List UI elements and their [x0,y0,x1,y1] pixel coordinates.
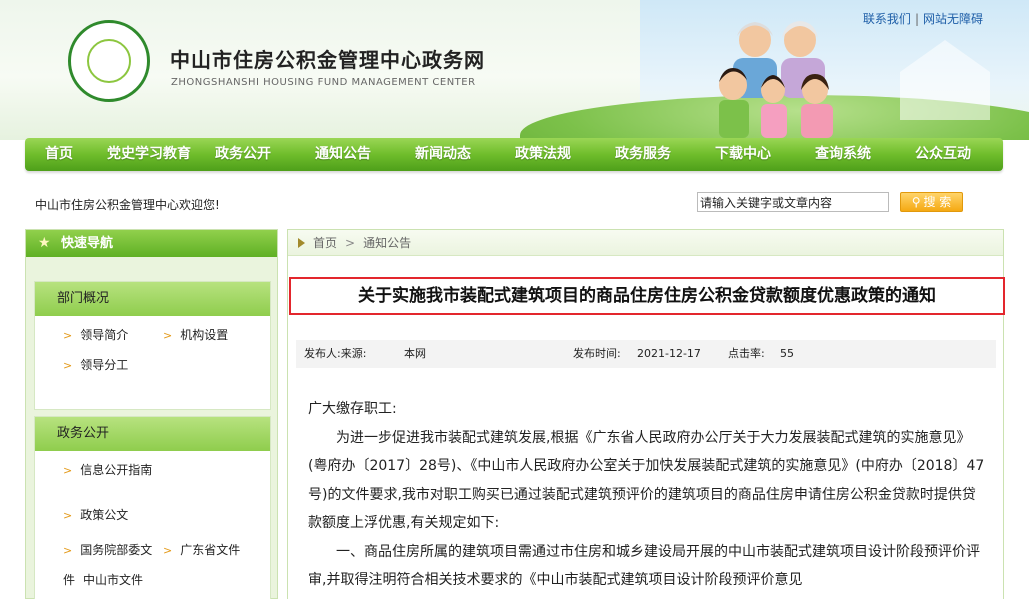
quick-nav-header: ★ 快速导航 [26,230,277,257]
article-paragraph: 一、商品住房所属的建筑项目需通过市住房和城乡建设局开展的中山市装配式建筑项目设计… [308,543,980,589]
chevron-right-icon: > [63,509,73,522]
dept-overview-title: 部门概况 [35,282,270,316]
breadcrumb-separator-icon: > [345,236,356,250]
search-button[interactable]: ⚲ 搜 索 [900,192,963,212]
chevron-right-icon: > [163,544,173,557]
chevron-right-icon: > [63,464,73,477]
sidebar-link-label: 信息公开指南 [80,463,153,477]
main-nav: 首页 党史学习教育 政务公开 通知公告 新闻动态 政策法规 政务服务 下载中心 … [25,138,1003,171]
breadcrumb-notices[interactable]: 通知公告 [363,236,411,250]
star-icon: ★ [38,235,51,251]
sidebar-link-state-council-docs[interactable]: > 国务院部委文 [63,541,152,558]
search-icon: ⚲ [911,195,921,209]
nav-item-public-interaction[interactable]: 公众互动 [905,138,981,171]
site-subtitle: ZHONGSHANSHI HOUSING FUND MANAGEMENT CEN… [171,77,476,88]
family-illustration [719,21,833,138]
welcome-text: 中山市住房公积金管理中心欢迎您! [35,198,220,212]
sidebar-link-label: 政策公文 [80,508,129,522]
contact-us-link[interactable]: 联系我们 [863,12,911,26]
sidebar: ★ 快速导航 部门概况 > 领导简介 > 机构设置 > 领导分工 政务公开 > 信息公开… [25,229,278,599]
sidebar-link-disclosure-guide[interactable]: > 信息公开指南 [63,461,152,478]
sidebar-link-label: 领导分工 [80,358,129,372]
search-button-label: 搜 索 [923,195,952,209]
meta-publisher-label: 发布人:来源: [304,347,367,360]
chevron-right-icon: > [163,329,173,342]
logo-emblem-icon [87,39,131,83]
main-content: 首页 > 通知公告 关于实施我市装配式建筑项目的商品住房住房公积金贷款额度优惠政策的… [287,229,1005,599]
chevron-right-icon: > [63,359,73,372]
site-title: 中山市住房公积金管理中心政务网 [170,48,485,72]
nav-item-home[interactable]: 首页 [33,138,85,171]
meta-date: 2021-12-17 [637,347,701,360]
gov-affairs-box: 政务公开 > 信息公开指南 > 政策公文 > 国务院部委文 > 广东省文件 件 中山市文… [34,416,271,599]
site-header: 中山市住房公积金管理中心政务网 ZHONGSHANSHI HOUSING FUN… [0,0,1029,140]
sidebar-link-zhongshan-docs[interactable]: 中山市文件 [83,571,143,588]
nav-item-downloads[interactable]: 下载中心 [705,138,781,171]
meta-source: 本网 [404,347,426,360]
top-links-separator: | [914,12,919,26]
gov-affairs-title: 政务公开 [35,417,270,451]
nav-item-policies[interactable]: 政策法规 [505,138,581,171]
site-logo[interactable] [68,20,150,102]
meta-clicks: 55 [780,347,794,360]
top-links: 联系我们 | 网站无障碍 [863,10,983,27]
article-greeting: 广大缴存职工: [308,401,397,417]
chevron-right-icon: > [63,544,73,557]
sidebar-link-guangdong-docs-wrap[interactable]: 件 [63,571,75,588]
sidebar-link-policy-docs[interactable]: > 政策公文 [63,506,128,523]
quick-nav-title: 快速导航 [61,236,114,251]
article-paragraph: 为进一步促进我市装配式建筑发展,根据《广东省人民政府办公厅关于大力发展装配式建筑… [308,429,985,532]
sidebar-link-label: 领导简介 [80,328,129,342]
sidebar-link-organization[interactable]: > 机构设置 [163,326,228,343]
article-title: 关于实施我市装配式建筑项目的商品住房住房公积金贷款额度优惠政策的通知 [289,277,1005,315]
chevron-right-icon: > [63,329,73,342]
nav-item-query-system[interactable]: 查询系统 [805,138,881,171]
accessibility-link[interactable]: 网站无障碍 [923,12,983,26]
sidebar-link-guangdong-docs[interactable]: > 广东省文件 [163,541,240,558]
sidebar-link-label: 机构设置 [180,328,229,342]
breadcrumb: 首页 > 通知公告 [288,230,1003,256]
nav-item-gov-affairs[interactable]: 政务公开 [205,138,281,171]
nav-item-services[interactable]: 政务服务 [605,138,681,171]
sidebar-link-label: 广东省文件 [180,543,241,557]
nav-item-party-history[interactable]: 党史学习教育 [93,138,205,171]
meta-clicks-label: 点击率: [728,347,765,360]
sidebar-link-label: 国务院部委文 [80,543,153,557]
article-body: 广大缴存职工: 为进一步促进我市装配式建筑发展,根据《广东省人民政府办公厅关于大… [308,395,988,595]
article-meta: 发布人:来源: 本网 发布时间: 2021-12-17 点击率: 55 [296,340,996,368]
breadcrumb-home[interactable]: 首页 [313,236,337,250]
meta-date-label: 发布时间: [573,347,621,360]
dept-overview-box: 部门概况 > 领导简介 > 机构设置 > 领导分工 [34,281,271,410]
sidebar-link-leaders[interactable]: > 领导简介 [63,326,128,343]
nav-item-notices[interactable]: 通知公告 [305,138,381,171]
breadcrumb-home-icon [298,238,305,248]
search-input[interactable] [697,192,889,212]
nav-item-news[interactable]: 新闻动态 [405,138,481,171]
sidebar-link-leader-duties[interactable]: > 领导分工 [63,356,128,373]
